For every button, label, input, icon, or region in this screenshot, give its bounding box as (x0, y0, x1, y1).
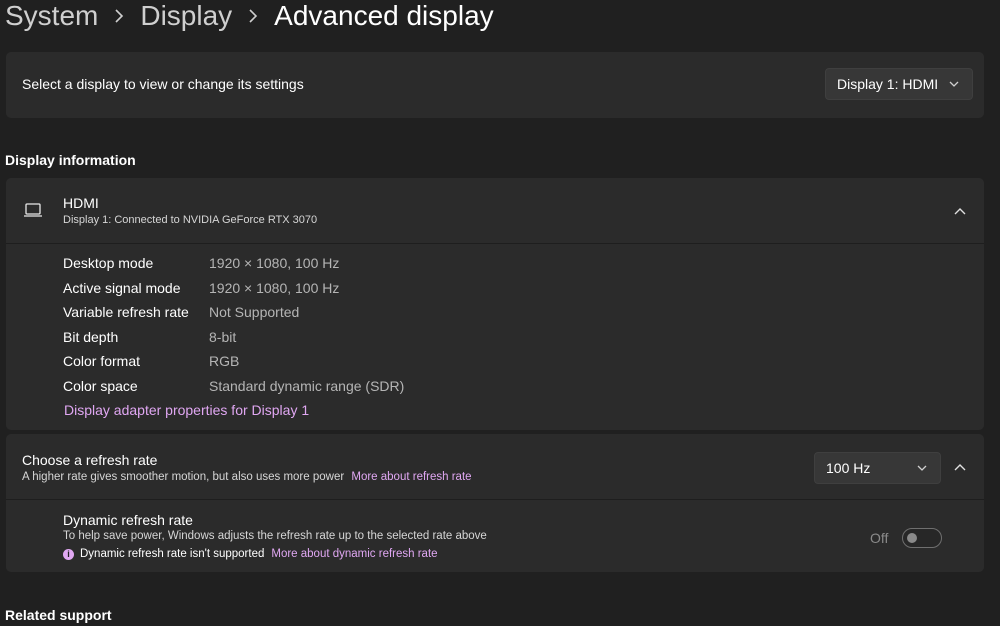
display-title: HDMI (63, 195, 99, 211)
chevron-right-icon (98, 9, 140, 23)
laptop-icon (24, 203, 42, 217)
display-information-card: HDMI Display 1: Connected to NVIDIA GeFo… (6, 178, 984, 430)
info-label: Variable refresh rate (63, 304, 189, 320)
page-title: Advanced display (274, 0, 494, 31)
info-label: Color space (63, 377, 138, 394)
dynamic-refresh-rate-title: Dynamic refresh rate (63, 512, 193, 528)
info-label: Color format (63, 353, 141, 369)
dynamic-refresh-rate-warning-text: Dynamic refresh rate isn't supported (80, 548, 265, 560)
info-value: Not Supported (209, 304, 300, 320)
chevron-right-icon (232, 9, 274, 23)
dynamic-refresh-toggle[interactable] (902, 528, 942, 548)
display-information-header[interactable]: HDMI Display 1: Connected to NVIDIA GeFo… (6, 178, 984, 244)
dynamic-refresh-rate-description: To help save power, Windows adjusts the … (63, 530, 487, 542)
chevron-up-icon (954, 464, 966, 471)
toggle-knob (907, 533, 917, 543)
collapse-refresh-rate-button[interactable] (946, 453, 974, 481)
display-adapter-properties-link[interactable]: Display adapter properties for Display 1 (64, 402, 309, 418)
more-about-refresh-rate-link[interactable]: More about refresh rate (351, 471, 471, 483)
collapse-display-info-button[interactable] (946, 197, 974, 225)
info-label: Active signal mode (63, 279, 181, 296)
info-label: Bit depth (63, 328, 119, 345)
more-about-dynamic-refresh-rate-link[interactable]: More about dynamic refresh rate (271, 548, 437, 560)
info-value: 1920 × 1080, 100 Hz (209, 279, 340, 296)
refresh-rate-value: 100 Hz (826, 460, 871, 476)
breadcrumb-display[interactable]: Display (140, 0, 232, 32)
info-value: Standard dynamic range (SDR) (209, 377, 405, 394)
display-select-dropdown[interactable]: Display 1: HDMI (825, 68, 973, 100)
refresh-rate-card: Choose a refresh rate A higher rate give… (6, 434, 984, 572)
info-icon: i (63, 548, 74, 560)
refresh-rate-description: A higher rate gives smoother motion, but… (22, 471, 345, 483)
display-subtitle: Display 1: Connected to NVIDIA GeForce R… (63, 214, 318, 226)
breadcrumb: System Display Advanced display (5, 0, 494, 34)
refresh-rate-dropdown[interactable]: 100 Hz (814, 452, 941, 484)
select-display-label: Select a display to view or change its s… (22, 76, 304, 92)
refresh-rate-description-row: A higher rate gives smoother motion, but… (22, 471, 472, 483)
dynamic-refresh-rate-warning: i Dynamic refresh rate isn't supported M… (63, 548, 438, 560)
select-display-card: Select a display to view or change its s… (6, 52, 984, 118)
refresh-rate-header: Choose a refresh rate A higher rate give… (6, 434, 984, 500)
refresh-rate-title: Choose a refresh rate (22, 452, 158, 468)
info-value: 8-bit (209, 328, 237, 345)
dynamic-refresh-toggle-label: Off (870, 530, 889, 546)
breadcrumb-system[interactable]: System (5, 0, 98, 32)
chevron-down-icon (917, 465, 927, 471)
info-label: Desktop mode (63, 255, 154, 271)
chevron-down-icon (949, 81, 959, 87)
chevron-up-icon (954, 208, 966, 215)
related-support-heading: Related support (5, 607, 112, 623)
info-value: 1920 × 1080, 100 Hz (209, 255, 340, 271)
info-value: RGB (209, 353, 240, 369)
display-information-heading: Display information (5, 152, 136, 168)
display-select-value: Display 1: HDMI (837, 76, 939, 92)
